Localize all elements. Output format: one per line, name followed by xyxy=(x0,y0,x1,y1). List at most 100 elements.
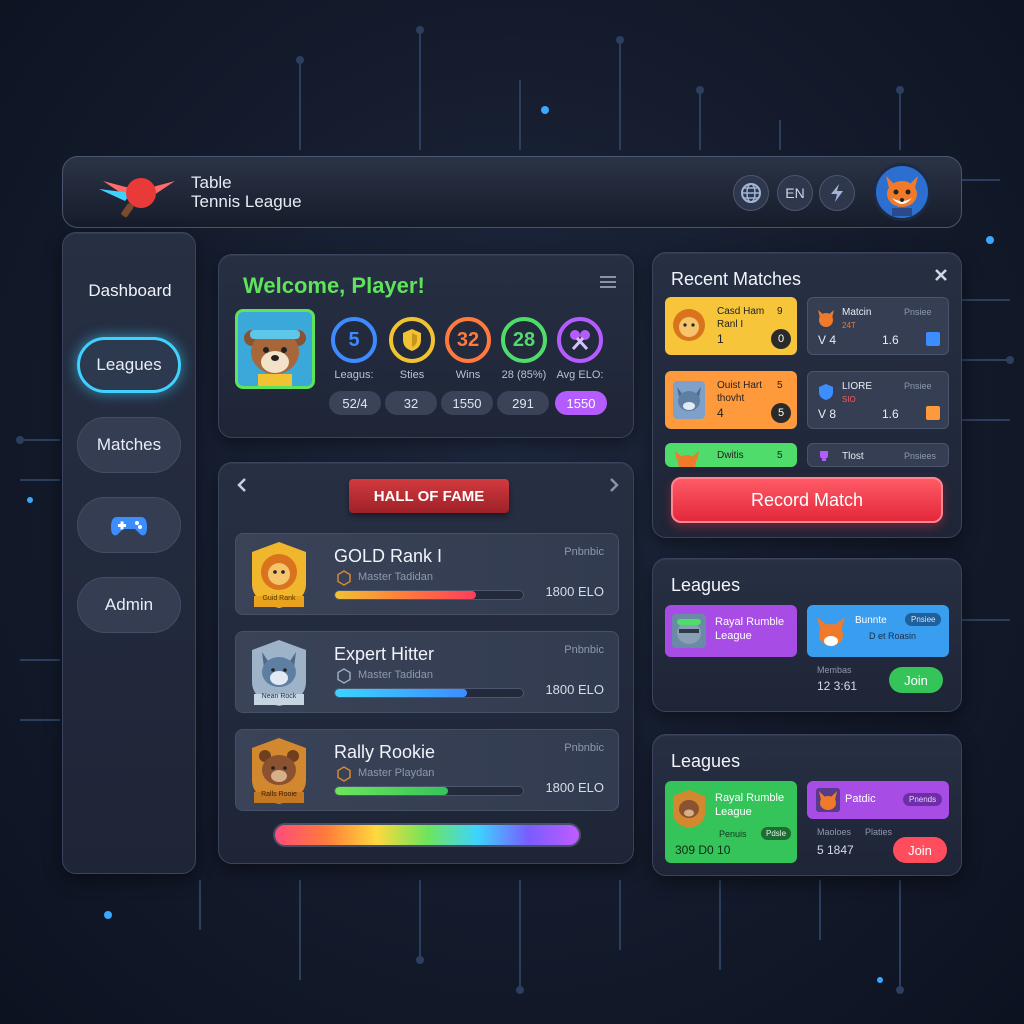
fox-icon xyxy=(817,617,845,646)
shield-small-icon xyxy=(819,384,833,400)
hof-name: GOLD Rank I xyxy=(334,546,443,566)
sidebar-item-admin[interactable]: Admin xyxy=(77,577,181,633)
league-card[interactable]: Bunnte D et Roasin Pnsiee xyxy=(807,605,949,657)
stat-pill-elo: 1550 xyxy=(555,391,607,415)
league-badge: Pnsiee xyxy=(905,613,942,626)
sidebar-item-games[interactable] xyxy=(77,497,181,553)
trophy-icon xyxy=(820,451,828,461)
leagues-title: Leagues xyxy=(671,751,741,771)
progress-fill xyxy=(335,591,476,599)
match-player: LIORE xyxy=(842,381,873,392)
league-name: Patdic xyxy=(845,793,876,805)
stat-pill: 52/4 xyxy=(329,391,381,415)
league-subtitle: Penuis xyxy=(719,829,747,839)
league-card[interactable]: Rayal Rumble League xyxy=(665,605,797,657)
leagues-title: Leagues xyxy=(671,575,741,595)
badge-caption: Nean Rock xyxy=(261,693,297,700)
match-card[interactable]: LIORE SIO V 8 Pnsiee 1.6 xyxy=(807,371,949,429)
close-icon[interactable] xyxy=(933,267,949,283)
match-score: 1 xyxy=(717,332,724,346)
match-score: V 4 xyxy=(818,333,837,347)
hof-row[interactable]: Ralls Rooie Rally Rookie Master Playdan … xyxy=(235,729,619,811)
badge-caption: Guid Rank xyxy=(262,595,296,602)
lightning-button[interactable] xyxy=(819,175,855,211)
hexagon-icon xyxy=(337,570,351,586)
sidebar-item-label: Matches xyxy=(96,435,162,454)
league-badge: Pnends xyxy=(903,793,943,806)
hof-subtitle: Master Tadidan xyxy=(358,571,434,583)
fox-avatar-icon xyxy=(886,176,918,216)
hof-row[interactable]: Nean Rock Expert Hitter Master Tadidan P… xyxy=(235,631,619,713)
members-count: 5 1847 xyxy=(817,843,854,857)
match-rank: thovht xyxy=(717,393,745,404)
match-card[interactable]: Matcin 24T V 4 Pnsiee 1.6 xyxy=(807,297,949,355)
paddle-wings-logo-icon xyxy=(99,178,175,218)
league-name: Rayal Rumble League xyxy=(715,792,785,818)
stat-ring-leagues: 5 xyxy=(331,317,377,363)
globe-button[interactable] xyxy=(733,175,769,211)
raccoon-icon xyxy=(672,614,706,648)
match-score: 4 xyxy=(717,406,724,420)
user-avatar[interactable] xyxy=(873,163,931,221)
globe-icon xyxy=(741,183,761,203)
hof-elo: 1800 ELO xyxy=(545,584,604,599)
sidebar-item-dashboard[interactable]: Dashboard xyxy=(63,281,197,301)
hall-of-fame-banner: HALL OF FAME xyxy=(349,479,509,513)
hof-tag: Pnbnbic xyxy=(564,546,604,558)
bear-badge-icon xyxy=(673,790,705,828)
chevron-right-icon[interactable] xyxy=(607,477,621,493)
progress-fill xyxy=(335,787,448,795)
hof-name: Expert Hitter xyxy=(334,644,435,664)
badge-caption: Ralls Rooie xyxy=(261,791,297,798)
hof-row[interactable]: Guid Rank GOLD Rank I Master Tadidan Pnb… xyxy=(235,533,619,615)
league-name: Bunnte xyxy=(855,615,887,626)
stat-pill: 1550 xyxy=(441,391,493,415)
language-button[interactable]: EN xyxy=(777,175,813,211)
match-tag: Pnsiee xyxy=(904,307,932,317)
league-card[interactable]: Rayal Rumble League Penuis Pdsle 309 D0 … xyxy=(665,781,797,863)
chevron-left-icon[interactable] xyxy=(235,477,249,493)
sidebar-item-label: Dashboard xyxy=(88,281,172,300)
match-card[interactable]: Ouist Hart thovht 4 5 5 xyxy=(665,371,797,429)
language-label: EN xyxy=(785,185,805,201)
members-label: Maoloes xyxy=(817,827,852,837)
menu-icon[interactable] xyxy=(599,275,617,289)
stat-pill: 32 xyxy=(385,391,437,415)
match-tag: Pnsiee xyxy=(904,381,932,391)
stat-ring-elo xyxy=(557,317,603,363)
lion-icon xyxy=(673,309,705,341)
stat-ring-shield xyxy=(389,317,435,363)
fox-icon xyxy=(675,451,699,467)
match-rating: 1.6 xyxy=(882,333,899,347)
match-chip xyxy=(926,406,940,420)
sidebar-item-matches[interactable]: Matches xyxy=(77,417,181,473)
join-button[interactable]: Join xyxy=(893,837,947,863)
match-result: 0 xyxy=(771,329,791,349)
hall-of-fame-panel: HALL OF FAME Guid Rank GOLD Rank I Maste… xyxy=(218,462,634,864)
match-player: Matcin xyxy=(842,307,872,318)
match-player: Dwitis xyxy=(717,450,744,461)
match-card[interactable]: Tlost Pnsiees xyxy=(807,443,949,467)
stat-ring-wins: 32 xyxy=(445,317,491,363)
hof-elo: 1800 ELO xyxy=(545,682,604,697)
record-match-button[interactable]: Record Match xyxy=(671,477,943,523)
welcome-title: Welcome, Player! xyxy=(243,273,425,298)
sidebar-item-label: Leagues xyxy=(96,355,162,374)
beaver-avatar-icon xyxy=(244,330,306,386)
leagues-panel-1: Leagues Rayal Rumble League Bunnte D et … xyxy=(652,558,962,712)
sidebar: Dashboard Leagues Matches Admin xyxy=(62,232,196,874)
hof-subtitle: Master Playdan xyxy=(358,767,435,779)
match-chip xyxy=(926,332,940,346)
sidebar-item-leagues[interactable]: Leagues xyxy=(77,337,181,393)
player-avatar xyxy=(235,309,315,389)
match-card[interactable]: Dwitis 5 xyxy=(665,443,797,467)
league-card[interactable]: Patdic Pnends xyxy=(807,781,949,819)
stat-value: 28 xyxy=(512,328,536,351)
wolf-icon xyxy=(673,381,705,419)
match-score: V 8 xyxy=(818,407,837,421)
match-card[interactable]: Casd Ham Ranl I 1 9 0 xyxy=(665,297,797,355)
members-count: 12 3:61 xyxy=(817,679,858,693)
join-button[interactable]: Join xyxy=(889,667,943,693)
match-number: 5 xyxy=(777,450,783,461)
hexagon-icon xyxy=(337,766,351,782)
